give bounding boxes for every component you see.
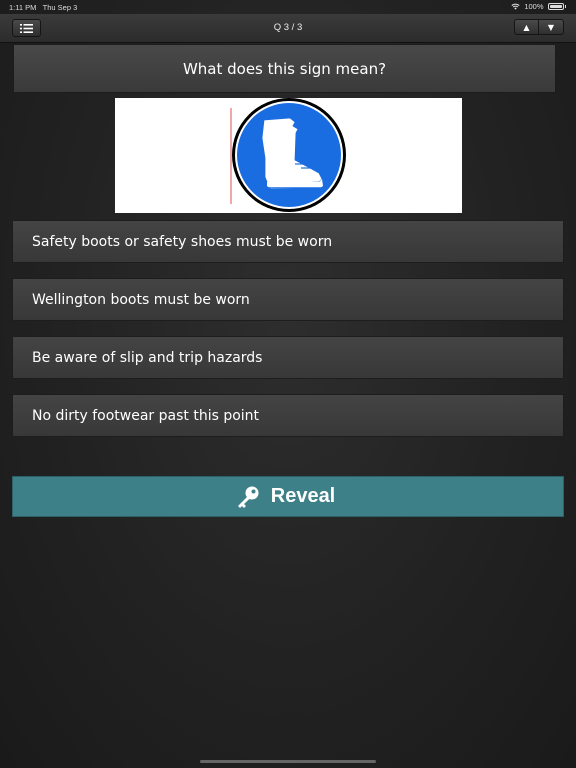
key-icon bbox=[238, 486, 259, 508]
reveal-button[interactable]: Reveal bbox=[12, 476, 564, 517]
question-counter: Q 3 / 3 bbox=[273, 22, 303, 33]
battery-icon bbox=[547, 3, 564, 10]
previous-question-button[interactable]: ▲ bbox=[514, 19, 539, 35]
wifi-icon bbox=[511, 3, 520, 10]
question-text: What does this sign mean? bbox=[13, 44, 556, 93]
reveal-label: Reveal bbox=[270, 485, 336, 507]
navigation-bar: Q 3 / 3 ▲ ▼ bbox=[0, 14, 576, 43]
sign-image bbox=[115, 98, 462, 213]
battery-tip bbox=[564, 5, 566, 8]
answer-option-1[interactable]: Safety boots or safety shoes must be wor… bbox=[12, 220, 564, 263]
battery-percent: 100% bbox=[524, 2, 544, 11]
safety-boots-sign-icon bbox=[230, 98, 346, 212]
answer-option-4[interactable]: No dirty footwear past this point bbox=[12, 394, 564, 437]
next-question-button[interactable]: ▼ bbox=[539, 19, 564, 35]
status-right: 100% bbox=[511, 2, 566, 11]
question-nav-arrows: ▲ ▼ bbox=[514, 19, 564, 35]
status-time: 1:11 PM Thu Sep 3 bbox=[9, 3, 77, 12]
status-bar: 1:11 PM Thu Sep 3 100% bbox=[0, 0, 576, 14]
answer-option-2[interactable]: Wellington boots must be worn bbox=[12, 278, 564, 321]
status-time-text: 1:11 PM bbox=[9, 3, 37, 12]
answer-option-3[interactable]: Be aware of slip and trip hazards bbox=[12, 336, 564, 379]
status-date: Thu Sep 3 bbox=[42, 3, 78, 12]
home-indicator[interactable] bbox=[200, 760, 376, 763]
